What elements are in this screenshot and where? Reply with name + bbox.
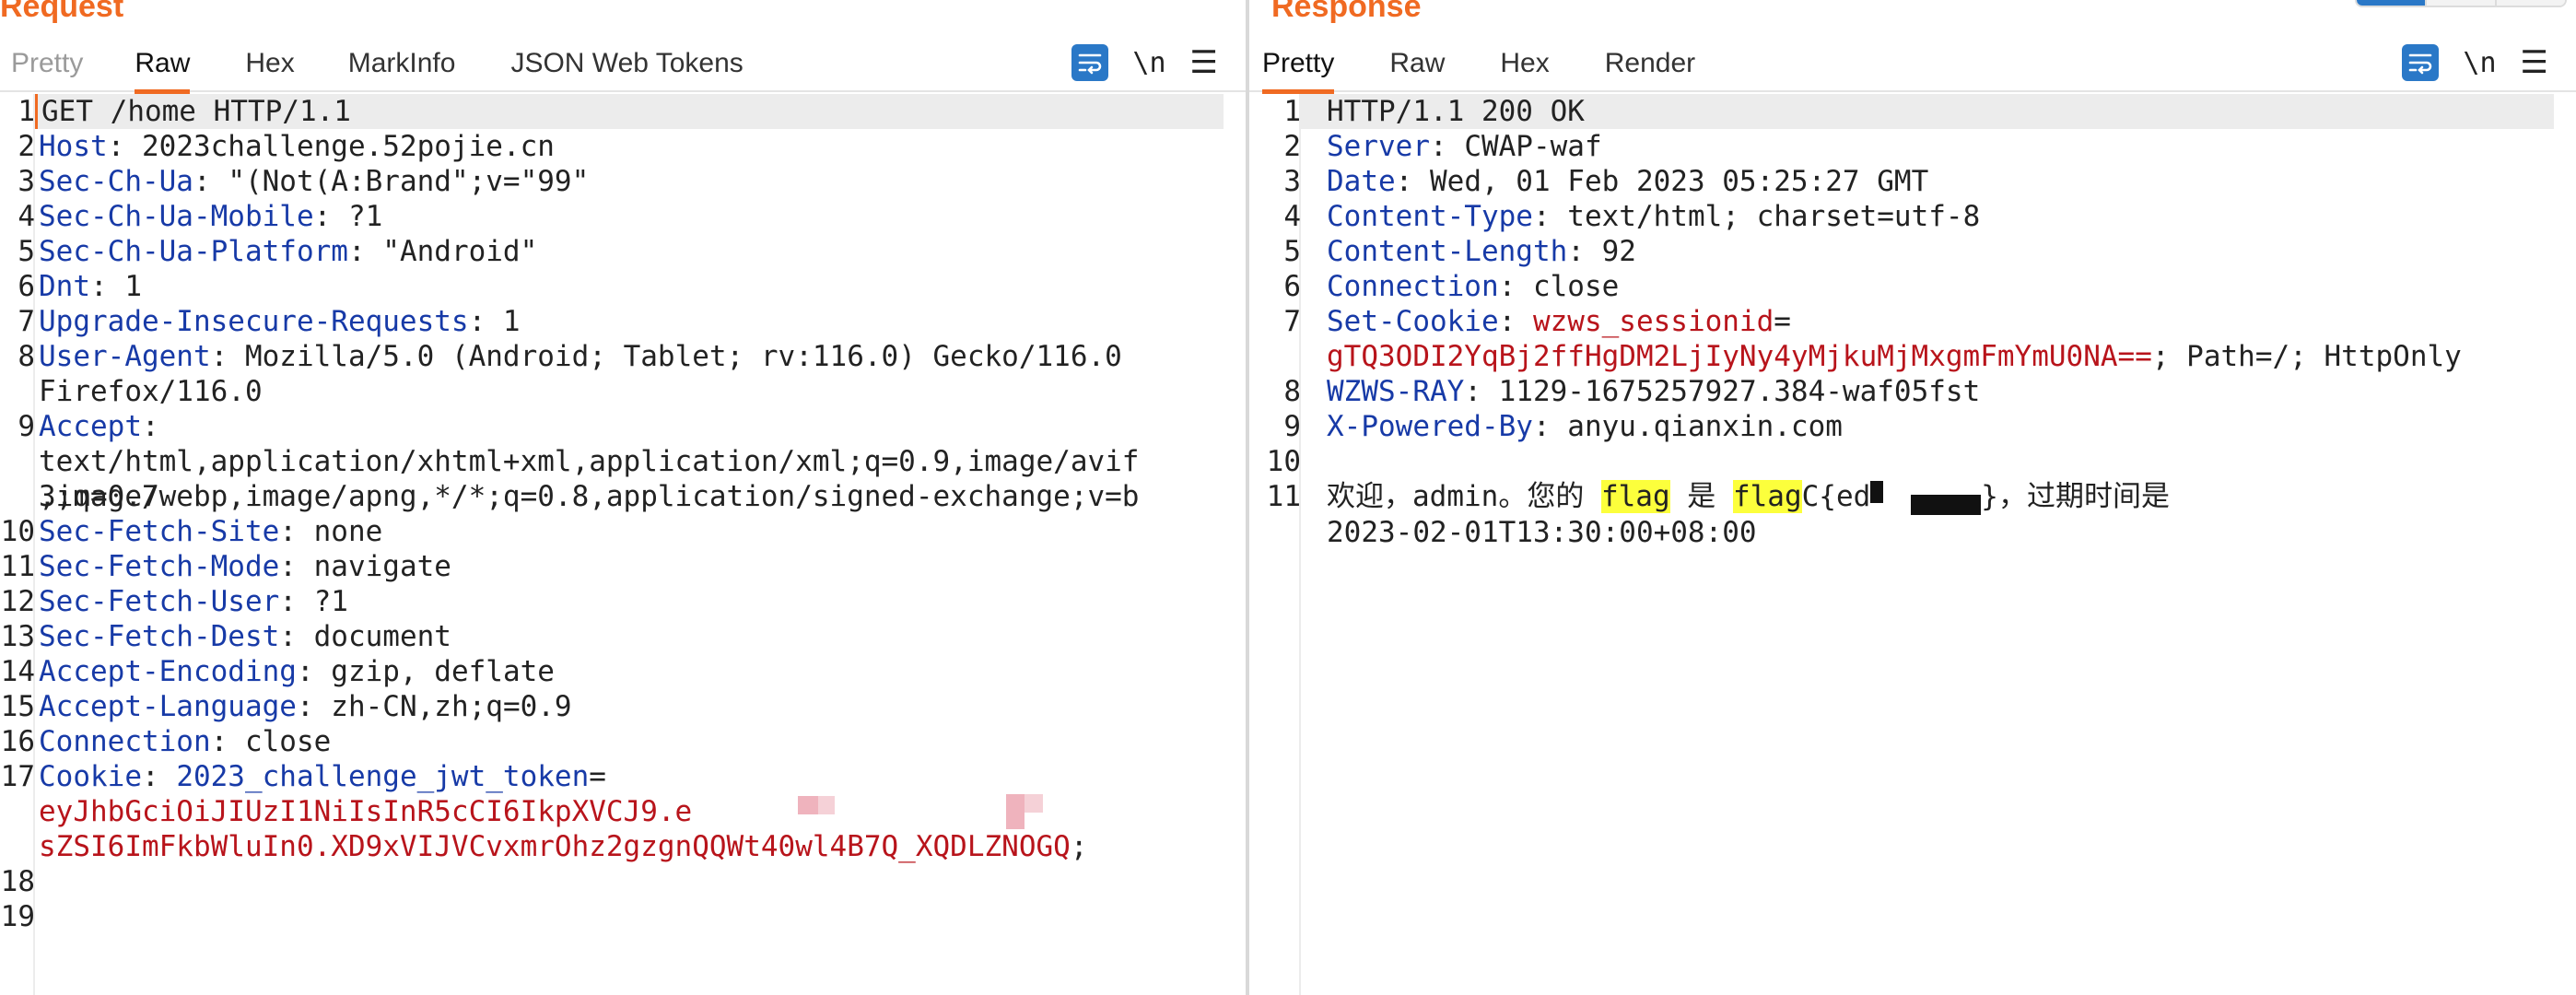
flag-highlight: flag <box>1600 480 1670 513</box>
request-editor[interactable]: 1 GET /home HTTP/1.1 2 Host: 2023challenge… <box>0 94 1246 995</box>
code-line: 10 <box>1266 445 1301 478</box>
response-tab-hex[interactable]: Hex <box>1500 35 1549 92</box>
code-line: sZSI6ImFkbWluIn0.XD9xVIJVCvxmrOhz2gzgnQQ… <box>39 830 1088 863</box>
request-wrap-lines-button[interactable] <box>1071 44 1109 81</box>
redaction-mark <box>818 796 835 814</box>
redaction-mark <box>798 796 818 814</box>
response-lines: 1 HTTP/1.1 200 OK 2 Server: CWAP-waf 3 Date… <box>1249 94 2576 550</box>
request-show-newlines-button[interactable]: \n <box>1132 47 1165 79</box>
code-line: 8 User-Agent: Mozilla/5.0 (Android; Table… <box>18 340 1122 373</box>
code-line: text/html,application/xhtml+xml,applicat… <box>39 445 1140 478</box>
code-line: 1 HTTP/1.1 200 OK <box>1249 94 2576 129</box>
code-line: 2023-02-01T13:30:00+08:00 <box>1327 515 1757 549</box>
code-line: 4 Content-Type: text/html; charset=utf-8 <box>1283 200 1981 233</box>
code-line: 4 Sec-Ch-Ua-Mobile: ?1 <box>18 200 383 233</box>
code-line: gTQ3ODI2YqBj2ffHgDM2LjIyNy4yMjkuMjMxgmFm… <box>1327 340 2462 373</box>
flag-highlight: flag <box>1732 480 1802 513</box>
request-menu-icon[interactable]: ☰ <box>1190 47 1218 78</box>
request-tab-markinfo[interactable]: MarkInfo <box>348 35 456 92</box>
redaction-block <box>1870 480 1884 503</box>
code-line: 7 Upgrade-Insecure-Requests: 1 <box>18 305 521 338</box>
code-line: 8 WZWS-RAY: 1129-1675257927.384-waf05fst <box>1283 375 1981 408</box>
request-tab-jwt[interactable]: JSON Web Tokens <box>510 35 743 92</box>
code-line: 3 Date: Wed, 01 Feb 2023 05:25:27 GMT <box>1283 165 1929 198</box>
layout-toggle-option[interactable] <box>2357 0 2425 6</box>
response-toolbar: \n ☰ <box>2402 44 2548 81</box>
code-line: 1 GET /home HTTP/1.1 <box>0 94 1246 129</box>
code-line: 3;q=0.7 <box>39 480 159 513</box>
request-tabbar: Pretty Raw Hex MarkInfo JSON Web Tokens … <box>0 35 1246 94</box>
request-tab-raw[interactable]: Raw <box>135 35 191 94</box>
request-tabs: Pretty Raw Hex MarkInfo JSON Web Tokens <box>0 35 744 94</box>
code-line: eyJhbGciOiJIUzI1NiIsInR5cCI6IkpXVCJ9.e <box>0 794 1246 829</box>
code-line: 9 Accept: <box>18 410 159 443</box>
response-menu-icon[interactable]: ☰ <box>2521 47 2548 78</box>
wrap-lines-icon <box>2409 53 2432 75</box>
code-line: 16 Connection: close <box>0 725 332 758</box>
code-line: 18 <box>0 865 35 898</box>
response-tab-raw[interactable]: Raw <box>1389 35 1445 92</box>
layout-toggle-option[interactable] <box>2495 0 2565 6</box>
response-tabs: Pretty Raw Hex Render <box>1262 35 1695 94</box>
code-line: Firefox/116.0 <box>39 375 263 408</box>
request-pane: Request Pretty Raw Hex MarkInfo JSON Web… <box>0 0 1246 995</box>
request-title: Request <box>0 0 124 24</box>
code-line: 2 Server: CWAP-waf <box>1283 130 1602 163</box>
code-line: 3 Sec-Ch-Ua: "(Not(A:Brand";v="99" <box>18 165 590 198</box>
code-line: 13 Sec-Fetch-Dest: document <box>0 620 451 653</box>
response-show-newlines-button[interactable]: \n <box>2463 47 2496 79</box>
response-title: Response <box>1271 0 1422 24</box>
response-tabbar: Pretty Raw Hex Render \n ☰ <box>1249 35 2576 94</box>
code-line: 6 Connection: close <box>1283 270 1620 303</box>
code-line: 6 Dnt: 1 <box>18 270 142 303</box>
code-line: 14 Accept-Encoding: gzip, deflate <box>0 655 555 688</box>
request-tab-pretty[interactable]: Pretty <box>11 35 83 92</box>
code-line: 5 Sec-Ch-Ua-Platform: "Android" <box>18 235 538 268</box>
code-line: 2 Host: 2023challenge.52pojie.cn <box>18 130 555 163</box>
code-line: 10 Sec-Fetch-Site: none <box>0 515 383 548</box>
code-line: 19 <box>0 900 35 933</box>
request-toolbar: \n ☰ <box>1071 44 1218 81</box>
redaction-block <box>1911 494 1982 515</box>
code-line: 9 X-Powered-By: anyu.qianxin.com <box>1283 410 1843 443</box>
response-wrap-lines-button[interactable] <box>2402 44 2440 81</box>
layout-toggle-option[interactable] <box>2425 0 2495 6</box>
code-line: 15 Accept-Language: zh-CN,zh;q=0.9 <box>0 690 572 723</box>
code-line: 11 欢迎，admin。您的 flag 是 flagC{ed}，过期时间是 <box>1266 480 2170 515</box>
response-editor[interactable]: 1 HTTP/1.1 200 OK 2 Server: CWAP-waf 3 Date… <box>1249 94 2576 995</box>
code-line: 5 Content-Length: 92 <box>1283 235 1636 268</box>
wrap-lines-icon <box>1079 53 1102 75</box>
response-tab-render[interactable]: Render <box>1605 35 1695 92</box>
redaction-mark <box>1006 794 1025 829</box>
code-line: 11 Sec-Fetch-Mode: navigate <box>0 550 451 583</box>
layout-toggle[interactable] <box>2355 0 2567 7</box>
redaction-mark <box>1025 794 1043 813</box>
response-tab-pretty[interactable]: Pretty <box>1262 35 1335 94</box>
response-pane: Response Pretty Raw Hex Render \n ☰ 1 HTT… <box>1249 0 2576 995</box>
code-line: 17 Cookie: 2023_challenge_jwt_token= <box>0 760 606 793</box>
request-lines: 1 GET /home HTTP/1.1 2 Host: 2023challenge… <box>0 94 1246 934</box>
request-tab-hex[interactable]: Hex <box>245 35 294 92</box>
code-line: 12 Sec-Fetch-User: ?1 <box>0 585 348 618</box>
code-line: 7 Set-Cookie: wzws_sessionid= <box>1283 305 1791 338</box>
